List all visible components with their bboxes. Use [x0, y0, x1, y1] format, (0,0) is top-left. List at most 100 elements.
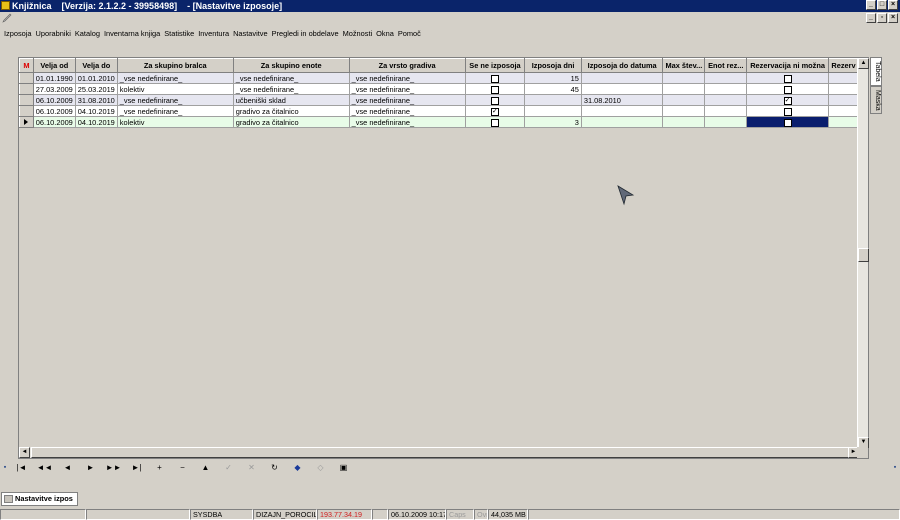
close-button[interactable]: × — [888, 0, 898, 10]
cell-max-stevilo[interactable] — [662, 94, 706, 106]
cell-izposoja-do-datuma[interactable] — [580, 105, 664, 117]
scroll-up-button[interactable]: ▲ — [858, 58, 869, 69]
cell-max-stevilo[interactable] — [662, 105, 706, 117]
horizontal-scrollbar[interactable]: ◄ ► — [19, 447, 859, 458]
cell-max-stevilo[interactable] — [662, 83, 706, 95]
row-indicator[interactable] — [19, 105, 34, 117]
col-header-velja-do[interactable]: Velja do — [74, 58, 118, 73]
cell-se-ne-izposoja[interactable] — [464, 83, 526, 95]
cell-rezerv[interactable] — [828, 83, 859, 95]
cell-enot-rez[interactable] — [704, 94, 748, 106]
mdi-window-tab[interactable]: Nastavitve izpos — [1, 492, 78, 506]
menu-uporabniki[interactable]: Uporabniki — [34, 29, 73, 38]
col-header-velja-od[interactable]: Velja od — [32, 58, 76, 73]
cell-velja-od[interactable]: 06.10.2009 — [32, 94, 76, 106]
scroll-left-button[interactable]: ◄ — [19, 447, 30, 458]
table-row[interactable]: 06.10.2009 31.08.2010 _vse nedefinirane_… — [19, 94, 859, 106]
cell-rezerv[interactable] — [828, 72, 859, 84]
cell-izposoja-dni[interactable]: 45 — [524, 83, 582, 95]
cell-rezervacija-ni-mozna[interactable] — [746, 105, 830, 117]
col-header-rezerv[interactable]: Rezerv — [828, 58, 859, 73]
nav-next-page-button[interactable]: ►► — [102, 462, 125, 474]
cell-rezervacija-ni-mozna[interactable] — [746, 83, 830, 95]
cell-enot-rez[interactable] — [704, 83, 748, 95]
cell-rezerv[interactable] — [828, 116, 859, 128]
table-row[interactable]: 27.03.2009 25.03.2019 kolektiv _vse nede… — [19, 83, 859, 95]
cell-izposoja-do-datuma[interactable]: 31.08.2010 — [580, 94, 664, 106]
cell-velja-od[interactable]: 27.03.2009 — [32, 83, 76, 95]
col-header-vrsta-gradiva[interactable]: Za vrsto gradiva — [348, 58, 466, 73]
cell-velja-do[interactable]: 04.10.2019 — [74, 105, 118, 117]
cell-vrsta-gradiva[interactable]: _vse nedefinirane_ — [348, 116, 466, 128]
cell-izposoja-dni[interactable]: 3 — [524, 116, 582, 128]
cell-vrsta-gradiva[interactable]: _vse nedefinirane_ — [348, 94, 466, 106]
cell-rezervacija-ni-mozna[interactable] — [746, 72, 830, 84]
table-row[interactable]: 01.01.1990 01.01.2010 _vse nedefinirane_… — [19, 72, 859, 84]
cell-rezerv[interactable] — [828, 105, 859, 117]
menu-izposoja[interactable]: Izposoja — [2, 29, 34, 38]
checkbox-rezervacija-ni-mozna[interactable] — [783, 118, 792, 127]
cell-skupina-bralca[interactable]: _vse nedefinirane_ — [116, 72, 234, 84]
cell-enot-rez[interactable] — [704, 105, 748, 117]
cell-rezervacija-ni-mozna-focused[interactable] — [746, 116, 830, 128]
child-close-button[interactable]: × — [888, 13, 898, 23]
cell-vrsta-gradiva[interactable]: _vse nedefinirane_ — [348, 105, 466, 117]
nav-post-button[interactable]: ✓ — [217, 462, 240, 474]
cell-skupina-bralca[interactable]: kolektiv — [116, 83, 234, 95]
cell-se-ne-izposoja[interactable] — [464, 72, 526, 84]
col-header-izposoja-dni[interactable]: Izposoja dni — [524, 58, 582, 73]
report-icon[interactable]: ▣ — [332, 462, 355, 474]
tag-icon[interactable]: ◆ — [286, 462, 309, 474]
checkbox-se-ne-izposoja[interactable] — [490, 74, 499, 83]
col-header-max-stevilo[interactable]: Max štev... — [662, 58, 706, 73]
cell-izposoja-dni[interactable] — [524, 94, 582, 106]
minimize-button[interactable]: _ — [866, 0, 876, 10]
row-indicator[interactable] — [19, 83, 34, 95]
cell-skupina-enote[interactable]: gradivo za čitalnico — [232, 116, 350, 128]
child-restore-button[interactable]: ▫ — [877, 13, 887, 23]
checkbox-se-ne-izposoja[interactable] — [490, 85, 499, 94]
checkbox-se-ne-izposoja[interactable] — [490, 118, 499, 127]
cell-velja-do[interactable]: 01.01.2010 — [74, 72, 118, 84]
checkbox-se-ne-izposoja[interactable] — [490, 96, 499, 105]
col-header-skupina-bralca[interactable]: Za skupino bralca — [116, 58, 234, 73]
table-row[interactable]: 06.10.2009 04.10.2019 _vse nedefinirane_… — [19, 105, 859, 117]
menu-statistike[interactable]: Statistike — [162, 29, 196, 38]
cell-izposoja-dni[interactable]: 15 — [524, 72, 582, 84]
cell-velja-od[interactable]: 01.01.1990 — [32, 72, 76, 84]
col-header-izposoja-do-datuma[interactable]: Izposoja do datuma — [580, 58, 664, 73]
cell-velja-do[interactable]: 25.03.2019 — [74, 83, 118, 95]
cell-velja-od[interactable]: 06.10.2009 — [32, 116, 76, 128]
nav-refresh-button[interactable]: ↻ — [263, 462, 286, 474]
nav-cancel-button[interactable]: ✕ — [240, 462, 263, 474]
menu-okna[interactable]: Okna — [374, 29, 396, 38]
checkbox-se-ne-izposoja[interactable]: ✓ — [490, 107, 499, 116]
row-indicator[interactable] — [19, 72, 34, 84]
cell-izposoja-do-datuma[interactable] — [580, 83, 664, 95]
col-header-skupina-enote[interactable]: Za skupino enote — [232, 58, 350, 73]
cell-max-stevilo[interactable] — [662, 116, 706, 128]
nav-next-button[interactable]: ► — [79, 462, 102, 474]
nav-delete-button[interactable]: − — [171, 462, 194, 474]
col-header-rezervacija-ni-mozna[interactable]: Rezervacija ni možna — [746, 58, 830, 73]
horizontal-scroll-thumb[interactable] — [31, 447, 849, 458]
cell-rezerv[interactable] — [828, 94, 859, 106]
menu-moznosti[interactable]: Možnosti — [341, 29, 375, 38]
cell-velja-od[interactable]: 06.10.2009 — [32, 105, 76, 117]
cell-skupina-enote[interactable]: gradivo za čitalnico — [232, 105, 350, 117]
cell-skupina-enote[interactable]: _vse nedefinirane_ — [232, 83, 350, 95]
cell-skupina-bralca[interactable]: _vse nedefinirane_ — [116, 105, 234, 117]
nav-prior-page-button[interactable]: ◄◄ — [33, 462, 56, 474]
row-indicator[interactable] — [19, 116, 34, 128]
nav-edit-button[interactable]: ▲ — [194, 462, 217, 474]
checkbox-rezervacija-ni-mozna[interactable]: ✓ — [783, 96, 792, 105]
table-row-selected[interactable]: 06.10.2009 04.10.2019 kolektiv gradivo z… — [19, 116, 859, 128]
menu-inventarna-knjiga[interactable]: Inventarna knjiga — [102, 29, 162, 38]
cell-enot-rez[interactable] — [704, 116, 748, 128]
cell-vrsta-gradiva[interactable]: _vse nedefinirane_ — [348, 72, 466, 84]
cell-skupina-enote[interactable]: učbeniški sklad — [232, 94, 350, 106]
checkbox-rezervacija-ni-mozna[interactable] — [783, 107, 792, 116]
cell-enot-rez[interactable] — [704, 72, 748, 84]
checkbox-rezervacija-ni-mozna[interactable] — [783, 74, 792, 83]
cell-se-ne-izposoja[interactable] — [464, 94, 526, 106]
